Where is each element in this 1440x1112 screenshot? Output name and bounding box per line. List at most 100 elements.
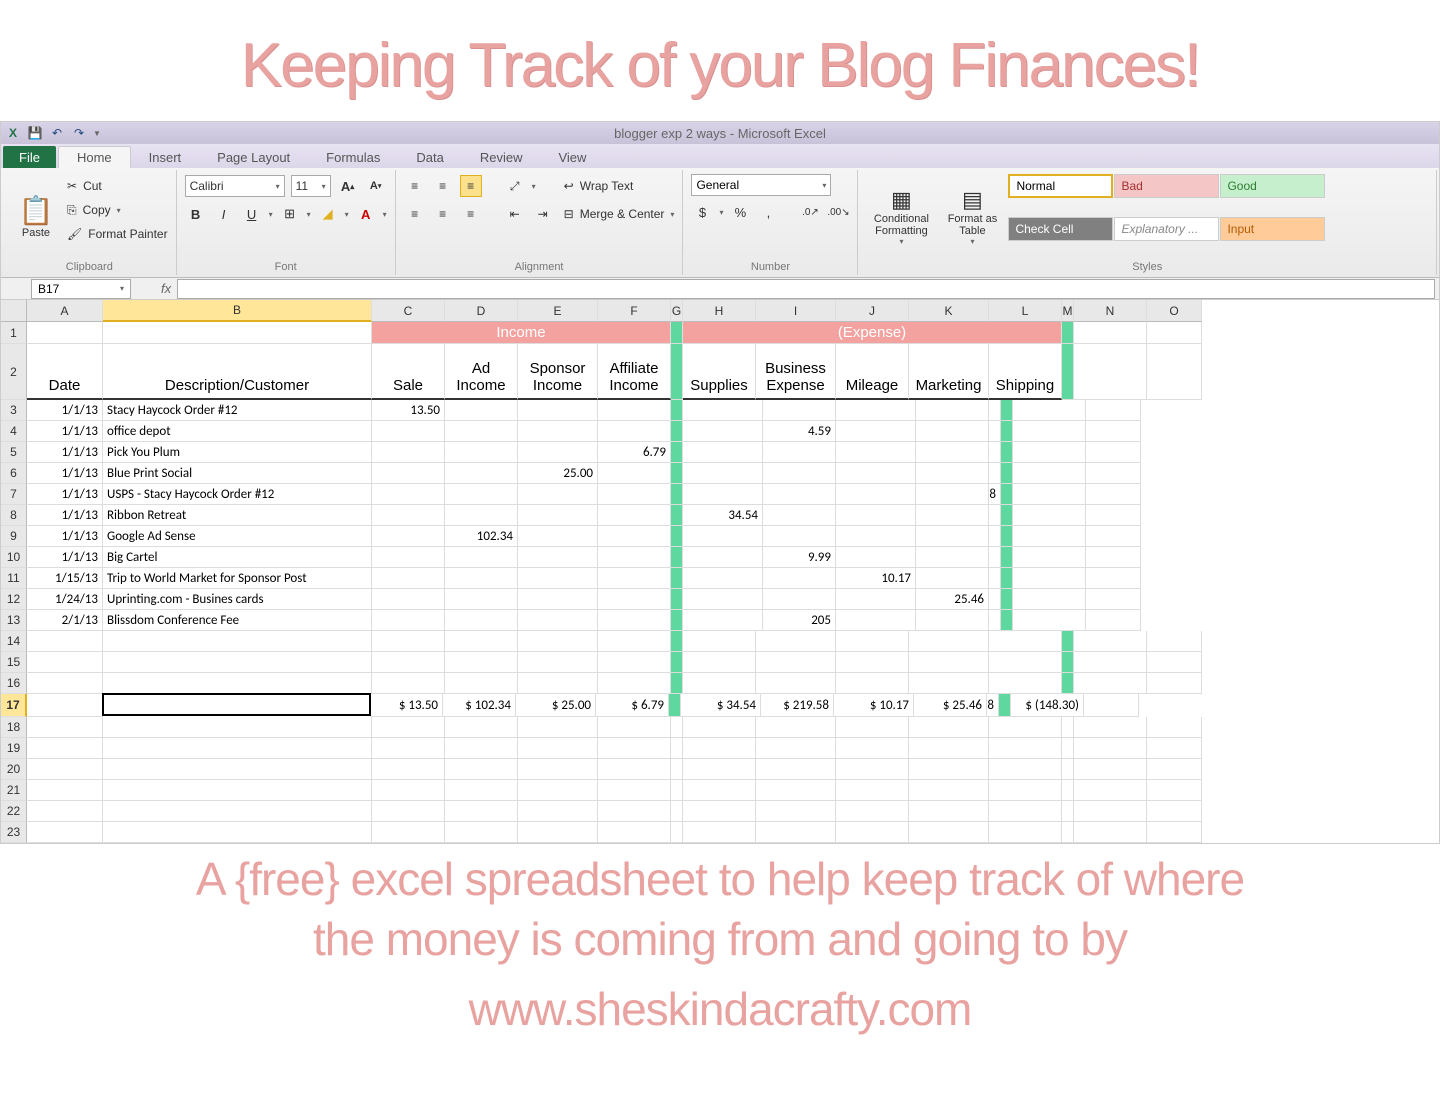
cell-value[interactable]: [372, 505, 445, 526]
cell-description[interactable]: Stacy Haycock Order #12: [103, 400, 372, 421]
cell-value[interactable]: [989, 610, 1001, 631]
cell-value[interactable]: [445, 463, 518, 484]
cell[interactable]: [445, 652, 518, 673]
cell-description[interactable]: USPS - Stacy Haycock Order #12: [103, 484, 372, 505]
cell[interactable]: [671, 801, 683, 822]
row-header[interactable]: 15: [1, 652, 27, 673]
cell[interactable]: [1013, 505, 1086, 526]
cell[interactable]: [1062, 822, 1074, 843]
save-icon[interactable]: 💾: [27, 125, 43, 141]
cell[interactable]: [598, 780, 671, 801]
cell-value[interactable]: [763, 589, 836, 610]
total-cell[interactable]: $ 6.18: [987, 694, 999, 717]
cell[interactable]: [103, 822, 372, 843]
total-cell[interactable]: $ 13.50: [370, 694, 443, 717]
cell[interactable]: [909, 822, 989, 843]
cell-value[interactable]: [372, 526, 445, 547]
cell[interactable]: [27, 738, 103, 759]
cell-value[interactable]: [518, 568, 598, 589]
percent-button[interactable]: %: [729, 201, 751, 223]
cell[interactable]: [909, 738, 989, 759]
cell[interactable]: [445, 673, 518, 694]
cell[interactable]: [671, 652, 683, 673]
cell[interactable]: [1086, 442, 1141, 463]
cell[interactable]: [836, 738, 909, 759]
cell[interactable]: [989, 673, 1062, 694]
cell[interactable]: [683, 631, 756, 652]
cell[interactable]: [1013, 568, 1086, 589]
cell-value[interactable]: [445, 547, 518, 568]
cell[interactable]: [1147, 717, 1202, 738]
expense-section-header[interactable]: (Expense): [683, 322, 1062, 344]
cell-value[interactable]: [836, 400, 916, 421]
cell[interactable]: [1013, 547, 1086, 568]
tab-review[interactable]: Review: [462, 146, 541, 168]
cell[interactable]: [1147, 759, 1202, 780]
cell[interactable]: [836, 759, 909, 780]
cell[interactable]: [756, 801, 836, 822]
total-cell[interactable]: $ 102.34: [443, 694, 516, 717]
tab-insert[interactable]: Insert: [131, 146, 200, 168]
align-bottom-button[interactable]: ≡: [460, 175, 482, 197]
decrease-decimal-button[interactable]: .00↘: [827, 201, 849, 223]
tab-file[interactable]: File: [3, 146, 56, 168]
column-header[interactable]: N: [1074, 300, 1147, 322]
align-center-button[interactable]: ≡: [432, 203, 454, 225]
cell[interactable]: [1147, 738, 1202, 759]
cell[interactable]: [989, 631, 1062, 652]
row-header[interactable]: 22: [1, 801, 27, 822]
cell[interactable]: [445, 717, 518, 738]
cell[interactable]: [1147, 822, 1202, 843]
cell-value[interactable]: [445, 421, 518, 442]
separator[interactable]: [671, 463, 683, 484]
cell-value[interactable]: [372, 421, 445, 442]
style-input[interactable]: Input: [1220, 217, 1325, 241]
cell-value[interactable]: 205: [763, 610, 836, 631]
row-header[interactable]: 23: [1, 822, 27, 843]
cell-date[interactable]: 1/1/13: [27, 547, 103, 568]
cell-date[interactable]: 1/1/13: [27, 421, 103, 442]
cell-value[interactable]: [518, 421, 598, 442]
separator[interactable]: [1001, 442, 1013, 463]
tab-home[interactable]: Home: [58, 146, 131, 168]
cell[interactable]: [27, 652, 103, 673]
align-middle-button[interactable]: ≡: [432, 175, 454, 197]
cell-value[interactable]: [763, 484, 836, 505]
separator[interactable]: [669, 694, 681, 717]
cell[interactable]: [445, 780, 518, 801]
cell-value[interactable]: [836, 610, 916, 631]
cell-value[interactable]: [518, 400, 598, 421]
cell[interactable]: [1062, 801, 1074, 822]
cell-value[interactable]: [916, 400, 989, 421]
cell[interactable]: [1074, 631, 1147, 652]
name-box[interactable]: B17 ▾: [31, 279, 131, 299]
row-header[interactable]: 13: [1, 610, 27, 631]
cell-value[interactable]: [989, 547, 1001, 568]
total-cell[interactable]: $ 219.58: [761, 694, 834, 717]
cell-date[interactable]: 2/1/13: [27, 610, 103, 631]
cell[interactable]: [1086, 421, 1141, 442]
cell-description[interactable]: Google Ad Sense: [103, 526, 372, 547]
row-header[interactable]: 11: [1, 568, 27, 589]
separator[interactable]: [671, 484, 683, 505]
conditional-formatting-button[interactable]: ▦ Conditional Formatting▾: [866, 174, 936, 259]
cell[interactable]: [518, 801, 598, 822]
cell-value[interactable]: [836, 505, 916, 526]
row-header[interactable]: 21: [1, 780, 27, 801]
cell-value[interactable]: [836, 547, 916, 568]
cell-date[interactable]: 1/1/13: [27, 505, 103, 526]
cell-value[interactable]: [445, 442, 518, 463]
column-header[interactable]: M: [1062, 300, 1074, 322]
total-cell[interactable]: $ 25.00: [516, 694, 596, 717]
cell-value[interactable]: [598, 421, 671, 442]
separator[interactable]: [671, 547, 683, 568]
cell[interactable]: [372, 631, 445, 652]
cell[interactable]: [445, 738, 518, 759]
cell-value[interactable]: [518, 526, 598, 547]
cell[interactable]: [1147, 322, 1202, 344]
cell[interactable]: [103, 652, 372, 673]
cell[interactable]: [683, 801, 756, 822]
cell-value[interactable]: [683, 547, 763, 568]
cell[interactable]: [27, 759, 103, 780]
column-header[interactable]: G: [671, 300, 683, 322]
